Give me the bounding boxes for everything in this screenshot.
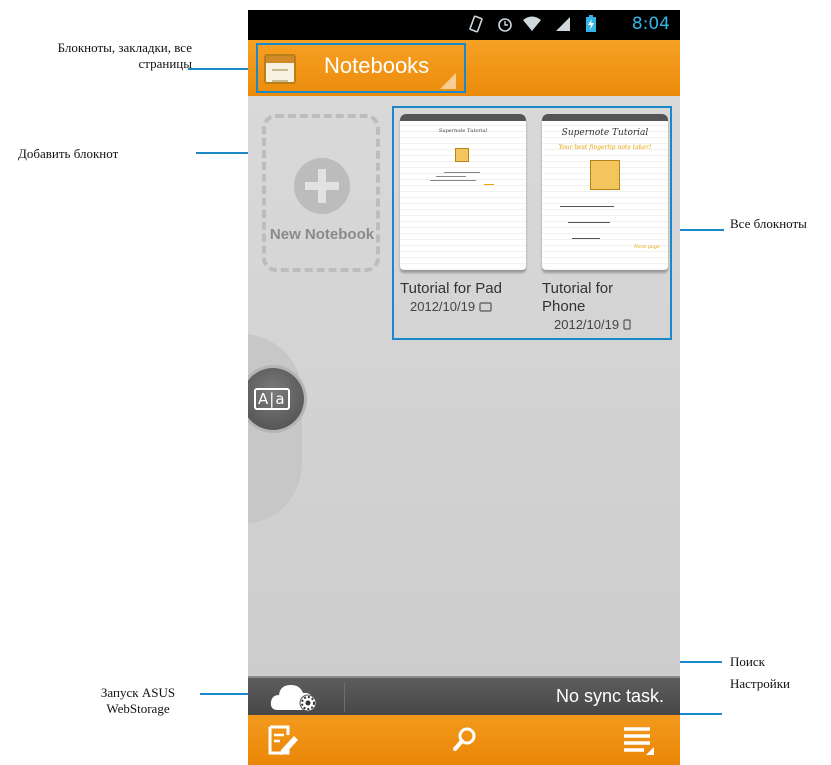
battery-charging-icon [581,15,601,35]
callout-webstorage: Запуск ASUS WebStorage [100,685,176,716]
callout-add-notebook: Добавить блокнот [18,146,119,161]
notebook-icon [264,54,296,84]
action-bar: Notebooks [248,40,680,96]
callout-all-notebooks: Все блокноты [730,216,807,231]
callout-notebooks-menu: Блокноты, закладки, все страницы [57,40,192,71]
webstorage-button[interactable] [270,680,326,714]
notebook-date: 2012/10/19 [400,298,526,316]
notebook-date: 2012/10/19 [542,316,668,334]
notebook-card-phone[interactable]: Supernote Tutorial Your best fingertip n… [542,114,668,334]
bottom-bar [248,715,680,765]
cover-binding [542,114,668,121]
new-notebook-label: New Notebook [269,226,375,243]
notebook-card-pad[interactable]: Supernote Tutorial Tutorial for Pad 2012… [400,114,526,316]
new-notebook-button[interactable]: New Notebook [262,114,380,272]
phone-screen: 8:04 Notebooks New Notebook Supernote Tu… [248,10,680,765]
alarm-icon [495,15,515,35]
cover-binding [400,114,526,121]
cover-title: Supernote Tutorial [438,128,488,134]
callout-settings: Настройки [730,676,790,691]
sync-bar: No sync task. [248,676,680,715]
notebook-cover: Supernote Tutorial Your best fingertip n… [542,114,668,270]
cover-text-line [430,180,476,181]
notebook-date-text: 2012/10/19 [554,317,620,332]
notebook-cover: Supernote Tutorial [400,114,526,270]
notebook-grid: New Notebook Supernote Tutorial Tutorial… [248,96,680,676]
cover-footer: Next page [634,244,661,250]
cover-text-line [436,176,466,177]
notebooks-selector[interactable]: Notebooks [256,43,466,93]
dropdown-caret-icon [440,73,456,89]
search-icon[interactable] [446,723,482,757]
signal-icon [553,15,573,35]
tablet-icon [479,302,492,312]
action-bar-title: Notebooks [324,53,430,78]
notebook-name: Tutorial for Pad [400,280,502,297]
cover-subtitle: Your best fingertip note taker! [558,144,652,151]
status-time: 8:04 [631,14,670,34]
plus-icon [294,158,350,214]
status-bar: 8:04 [248,10,680,40]
notebook-name: Tutorial for Phone [542,280,614,315]
cover-text-line [568,222,610,223]
cover-text-line [572,238,600,239]
notebook-icon [590,160,620,190]
vibrate-icon [466,15,486,35]
dictionary-label: A|a [254,388,290,410]
all-notebooks-group: Supernote Tutorial Tutorial for Pad 2012… [392,106,672,340]
phone-icon [623,319,631,330]
menu-icon[interactable] [620,723,656,757]
cover-text-line [444,172,480,173]
notebook-icon [455,148,469,162]
sync-divider [344,682,345,712]
notebook-date-text: 2012/10/19 [410,299,476,314]
callout-search: Поиск [730,654,765,669]
cover-text-line [560,206,614,207]
sync-status: No sync task. [555,686,664,706]
cover-title: Supernote Tutorial [561,128,649,138]
wifi-icon [522,15,542,35]
new-note-icon[interactable] [264,723,300,757]
cover-text-line [484,184,494,185]
cloud-settings-icon [270,685,317,712]
